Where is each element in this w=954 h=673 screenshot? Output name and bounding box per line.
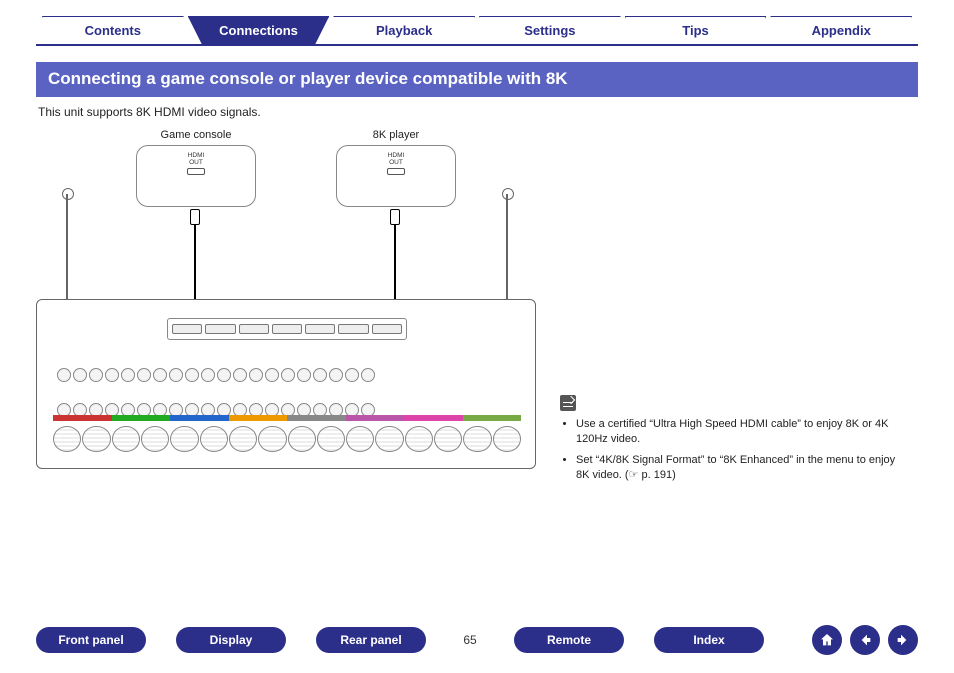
manual-page: Contents Connections Playback Settings T…: [0, 0, 954, 673]
page-nav-icons: [812, 625, 918, 655]
device2-box: HDMI OUT: [336, 145, 456, 207]
top-tab-row: Contents Connections Playback Settings T…: [36, 12, 918, 46]
nav-display[interactable]: Display: [176, 627, 286, 653]
nav-remote[interactable]: Remote: [514, 627, 624, 653]
speaker-color-strip: [53, 415, 521, 421]
prev-page-icon[interactable]: [850, 625, 880, 655]
page-number: 65: [456, 633, 484, 647]
speaker-terminal-row: [53, 422, 521, 456]
receiver-rear-panel: [36, 299, 536, 469]
home-icon[interactable]: [812, 625, 842, 655]
hdmi-out-label: HDMI: [388, 152, 405, 159]
note-item: Set “4K/8K Signal Format” to “8K Enhance…: [576, 453, 900, 483]
hdmi-port-icon: [387, 168, 405, 175]
tab-appendix[interactable]: Appendix: [770, 16, 912, 44]
tab-settings[interactable]: Settings: [479, 16, 621, 44]
hdmi-out-label: OUT: [389, 159, 403, 166]
notes-block: Use a certified “Ultra High Speed HDMI c…: [560, 395, 900, 488]
bottom-nav: Front panel Display Rear panel 65 Remote…: [36, 625, 918, 655]
nav-rear-panel[interactable]: Rear panel: [316, 627, 426, 653]
tab-tips[interactable]: Tips: [625, 16, 767, 44]
nav-index[interactable]: Index: [654, 627, 764, 653]
device2-label: 8K player: [336, 129, 456, 141]
heading-underline: [36, 95, 918, 97]
device1-box: HDMI OUT: [136, 145, 256, 207]
tab-contents[interactable]: Contents: [42, 16, 184, 44]
antenna-icon: [66, 194, 68, 304]
hdmi-out-label: OUT: [189, 159, 203, 166]
tab-connections[interactable]: Connections: [188, 16, 330, 44]
hdmi-plug-icon: [390, 209, 400, 225]
device1-label: Game console: [136, 129, 256, 141]
note-item: Use a certified “Ultra High Speed HDMI c…: [576, 417, 900, 447]
hdmi-plug-icon: [190, 209, 200, 225]
hdmi-out-label: HDMI: [188, 152, 205, 159]
section-heading: Connecting a game console or player devi…: [36, 62, 918, 96]
section-subtitle: This unit supports 8K HDMI video signals…: [38, 105, 916, 119]
hdmi-input-bank: [167, 318, 407, 340]
rca-row: [57, 360, 517, 390]
connection-diagram: Game console 8K player HDMI OUT HDMI OUT: [36, 129, 536, 489]
next-page-icon[interactable]: [888, 625, 918, 655]
hdmi-port-icon: [187, 168, 205, 175]
antenna-icon: [506, 194, 508, 304]
tab-playback[interactable]: Playback: [333, 16, 475, 44]
nav-front-panel[interactable]: Front panel: [36, 627, 146, 653]
note-icon: [560, 395, 576, 411]
